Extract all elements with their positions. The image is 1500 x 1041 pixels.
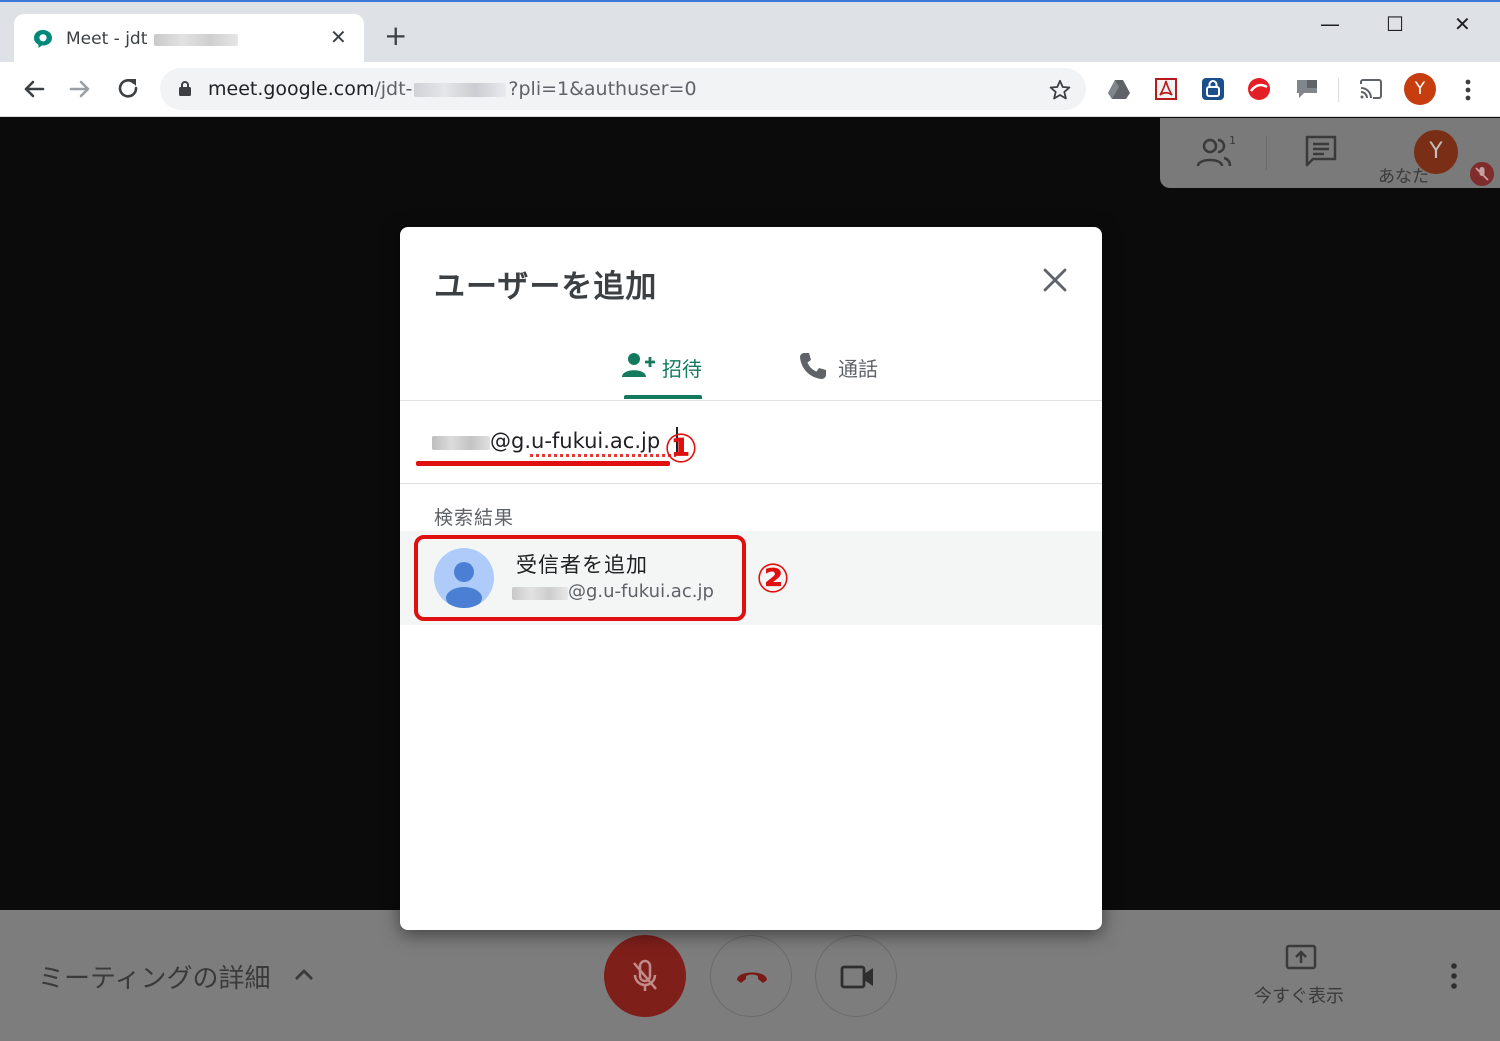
add-people-dialog: ユーザーを追加 招待 通話 @g.u-fukui.ac.jp ① 検索結果 受信… xyxy=(400,227,1102,930)
cast-icon[interactable] xyxy=(1358,76,1384,102)
back-icon[interactable] xyxy=(19,74,49,104)
add-person-icon xyxy=(622,353,655,377)
microphone-toggle-button[interactable] xyxy=(604,935,686,1017)
browser-toolbar: meet.google.com/jdt- ?pli=1&authuser=0 Y xyxy=(0,62,1500,117)
tab-strip: Meet - jdt ✕ + — ☐ ✕ xyxy=(0,0,1500,64)
drive-icon[interactable] xyxy=(1106,76,1132,102)
annotation-step-1: ① xyxy=(664,426,698,472)
participants-icon[interactable]: 1 xyxy=(1196,134,1236,170)
profile-avatar[interactable]: Y xyxy=(1404,73,1436,105)
close-icon[interactable] xyxy=(1040,265,1070,295)
tab-title: Meet - jdt xyxy=(66,29,148,49)
forward-icon[interactable] xyxy=(65,74,95,104)
self-label: あなた xyxy=(1378,167,1429,187)
present-now-label[interactable]: 今すぐ表示 xyxy=(1254,982,1344,1008)
trend-micro-icon[interactable] xyxy=(1246,76,1272,102)
redacted-title-blur xyxy=(154,34,238,46)
hang-up-button[interactable] xyxy=(710,935,792,1017)
more-icon[interactable] xyxy=(1458,78,1478,102)
tab-call-label: 通話 xyxy=(838,357,878,381)
annotation-step-2: ② xyxy=(756,556,790,602)
browser-tab-meet[interactable]: Meet - jdt ✕ xyxy=(14,14,364,64)
spellcheck-underline xyxy=(530,454,676,457)
panel-divider xyxy=(1266,136,1267,170)
annotation-underline xyxy=(416,461,670,466)
minimize-button[interactable]: — xyxy=(1320,12,1340,36)
mic-off-icon xyxy=(633,959,657,991)
url-host: meet.google.com xyxy=(208,78,375,100)
url-text: meet.google.com/jdt- ?pli=1&authuser=0 xyxy=(208,78,697,100)
chat-icon[interactable] xyxy=(1304,134,1338,168)
toolbar-divider xyxy=(1338,78,1339,102)
window-close-button[interactable]: ✕ xyxy=(1454,12,1471,36)
search-results-label: 検索結果 xyxy=(434,507,515,529)
email-input[interactable]: @g.u-fukui.ac.jp xyxy=(430,427,678,461)
reload-icon[interactable] xyxy=(113,74,143,104)
hang-up-icon xyxy=(737,972,767,983)
redacted-email-blur xyxy=(432,436,490,450)
url-path-start: /jdt- xyxy=(374,78,413,100)
tab-invite-label: 招待 xyxy=(662,357,702,381)
participants-count: 1 xyxy=(1229,134,1236,147)
maximize-button[interactable]: ☐ xyxy=(1386,12,1404,36)
dialog-title: ユーザーを追加 xyxy=(434,269,658,305)
video-camera-icon xyxy=(840,965,873,989)
redacted-url-blur xyxy=(414,82,507,97)
mic-off-badge-icon xyxy=(1470,162,1494,186)
lock-icon xyxy=(179,81,191,96)
active-tab-indicator xyxy=(624,395,702,399)
present-screen-icon[interactable] xyxy=(1285,944,1317,972)
more-options-icon[interactable] xyxy=(1446,962,1462,990)
input-divider xyxy=(400,483,1102,484)
chevron-up-icon[interactable] xyxy=(292,962,316,986)
email-input-value: @g.u-fukui.ac.jp xyxy=(490,429,661,453)
phone-icon xyxy=(800,353,826,379)
google-meet-favicon-icon xyxy=(34,30,52,48)
new-tab-button[interactable]: + xyxy=(384,22,407,50)
lock-extension-icon[interactable] xyxy=(1200,76,1226,102)
url-path-end: ?pli=1&authuser=0 xyxy=(508,78,697,100)
tab-close-button[interactable]: ✕ xyxy=(330,27,347,47)
camera-toggle-button[interactable] xyxy=(815,935,897,1017)
pdf-icon[interactable] xyxy=(1153,76,1179,102)
meeting-details-button[interactable]: ミーティングの詳細 xyxy=(38,958,270,995)
annotation-box xyxy=(414,535,746,621)
address-bar[interactable]: meet.google.com/jdt- ?pli=1&authuser=0 xyxy=(160,68,1086,110)
star-icon[interactable] xyxy=(1048,78,1072,102)
chat-extension-icon[interactable] xyxy=(1294,76,1320,102)
tabs-divider xyxy=(400,400,1102,401)
